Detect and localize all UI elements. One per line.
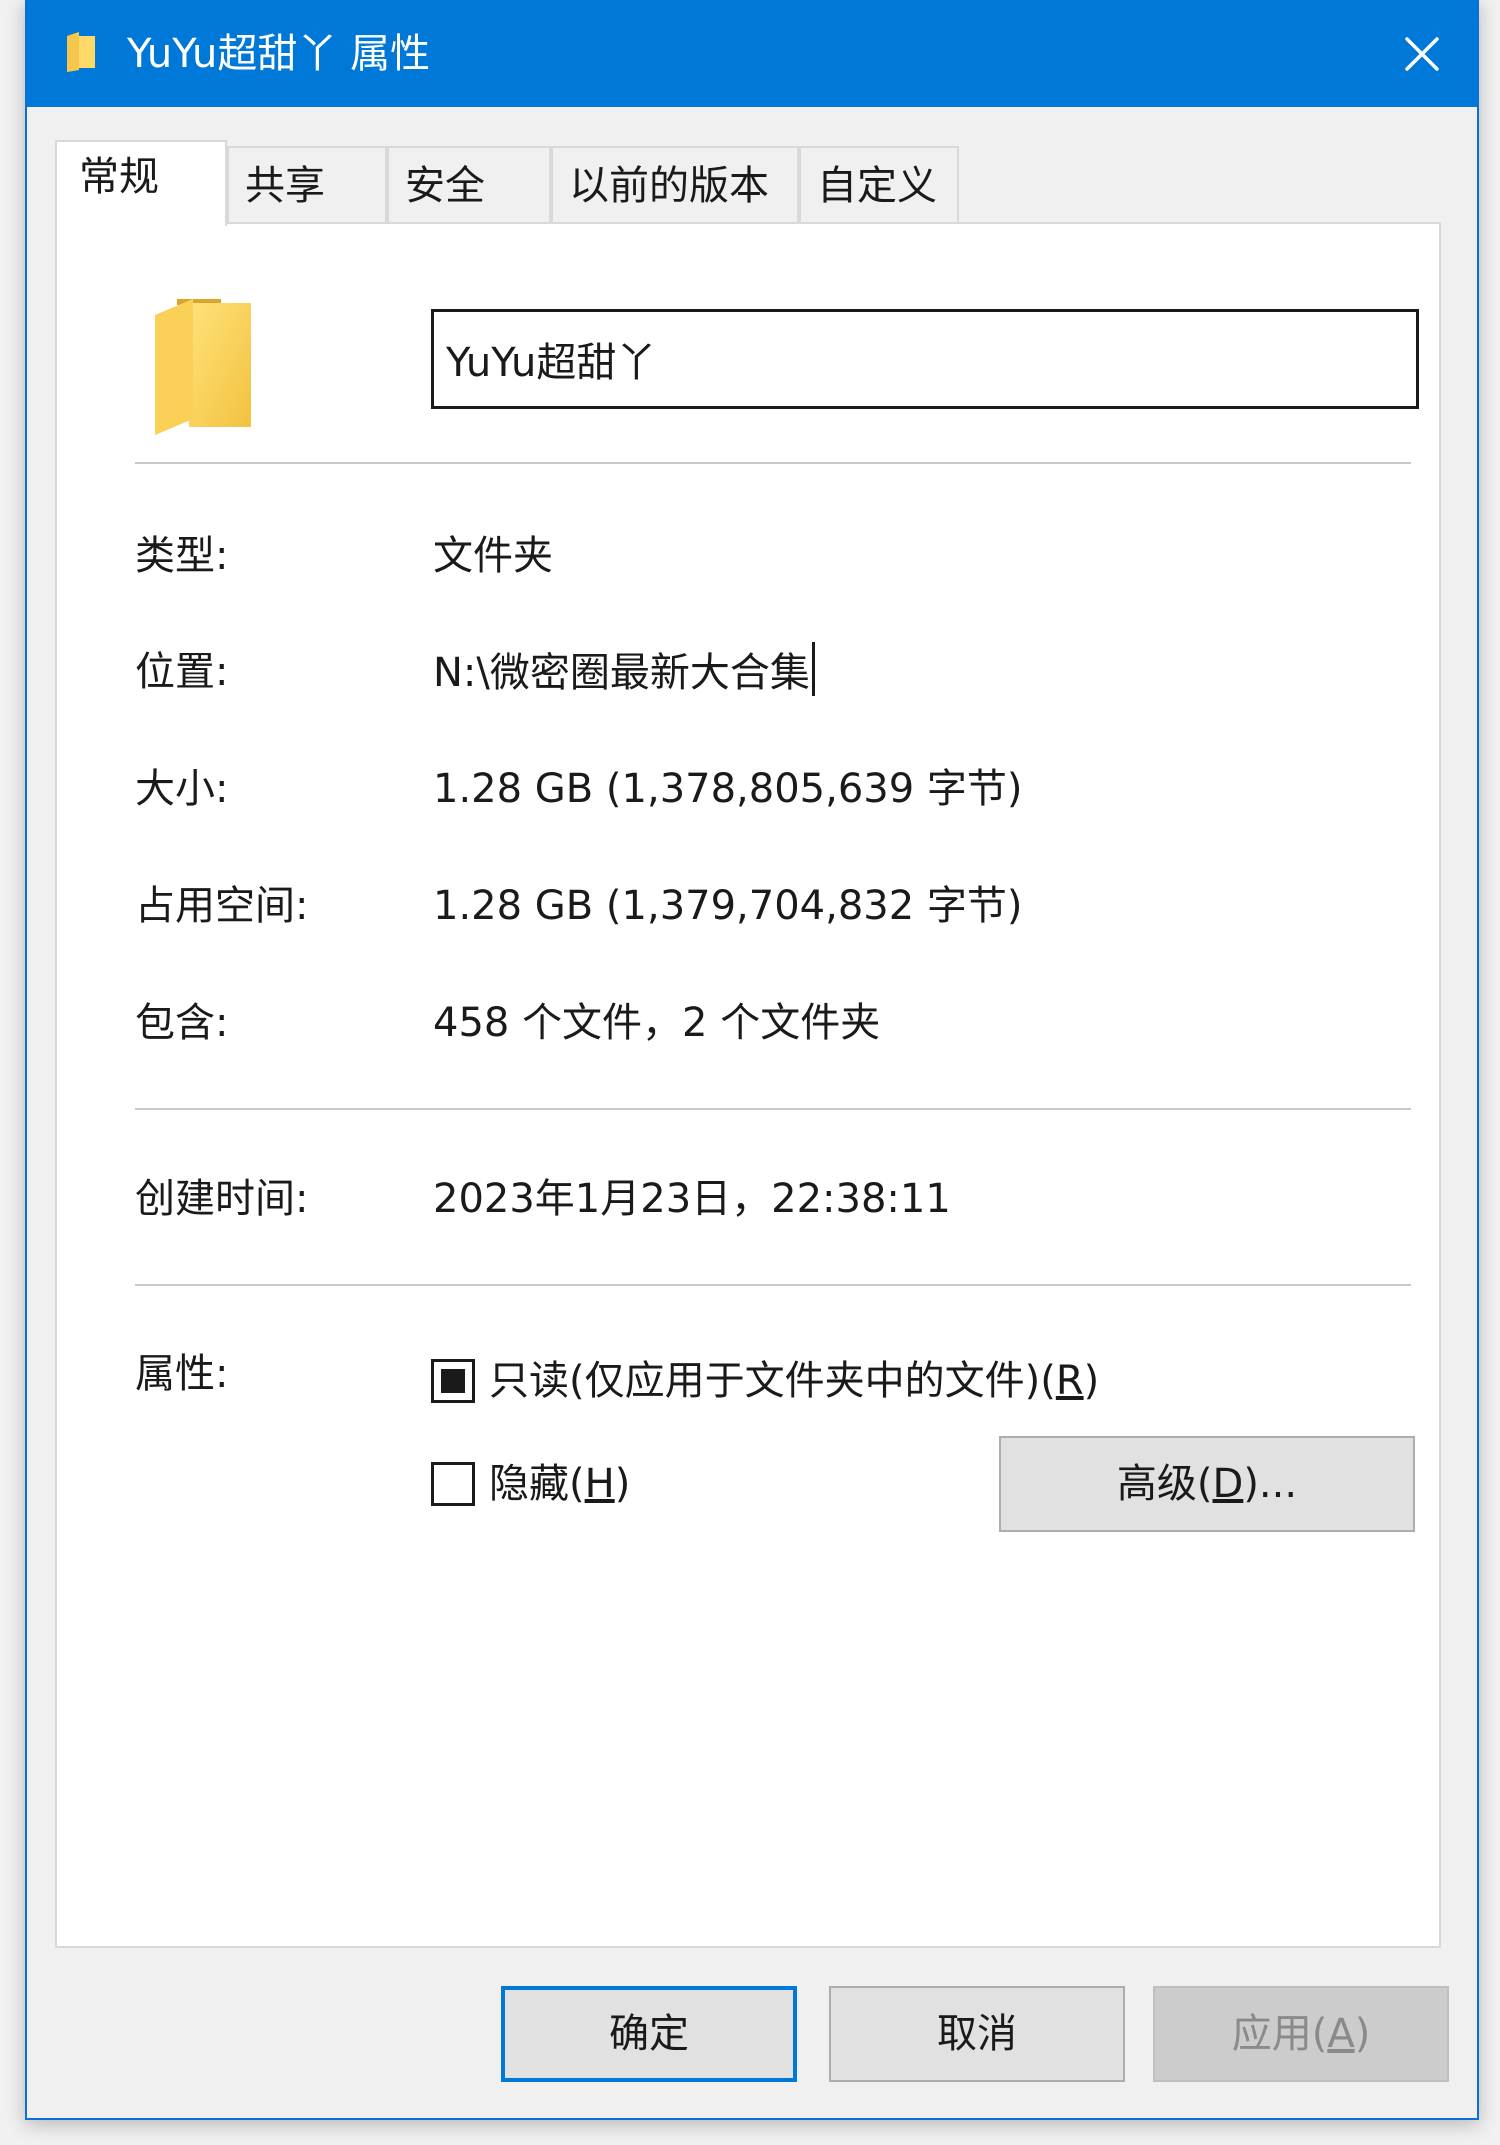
- tab-customize[interactable]: 自定义: [799, 146, 959, 224]
- title-bar[interactable]: YuYu超甜丫 属性: [27, 0, 1477, 107]
- hidden-label[interactable]: 隐藏(H): [489, 1454, 630, 1514]
- properties-dialog: YuYu超甜丫 属性 常规 共享 安全 以前的版本 自定义 YuYu超甜丫 类型…: [25, 0, 1479, 2120]
- close-icon: [1405, 36, 1439, 71]
- cancel-button[interactable]: 取消: [829, 1986, 1125, 2082]
- tab-security[interactable]: 安全: [387, 146, 551, 224]
- tab-general[interactable]: 常规: [55, 140, 227, 226]
- tab-sharing[interactable]: 共享: [227, 146, 387, 224]
- contains-value: 458 个文件，2 个文件夹: [433, 1000, 881, 1046]
- location-value-container[interactable]: N:\微密圈最新大合集: [433, 642, 815, 703]
- general-tab-panel: 类型: 文件夹 位置: N:\微密圈最新大合集 大小: 1.28 GB (1,3…: [55, 222, 1441, 1948]
- tab-strip: 常规 共享 安全 以前的版本 自定义: [55, 140, 1475, 226]
- folder-icon: [67, 32, 95, 72]
- size-on-disk-value: 1.28 GB (1,379,704,832 字节): [433, 883, 1023, 929]
- tab-previous-versions[interactable]: 以前的版本: [551, 146, 799, 224]
- separator: [135, 1284, 1411, 1286]
- size-label: 大小:: [135, 766, 229, 812]
- created-value: 2023年1月23日，22:38:11: [433, 1176, 951, 1222]
- created-label: 创建时间:: [135, 1176, 309, 1222]
- folder-icon: [155, 299, 251, 435]
- location-value[interactable]: N:\微密圈最新大合集: [433, 650, 810, 696]
- location-label: 位置:: [135, 649, 229, 695]
- readonly-checkbox[interactable]: [431, 1359, 475, 1403]
- type-value: 文件夹: [433, 533, 553, 579]
- attributes-label: 属性:: [135, 1351, 229, 1397]
- ok-button[interactable]: 确定: [501, 1986, 797, 2082]
- advanced-button[interactable]: 高级(D)...: [999, 1436, 1415, 1532]
- text-caret: [811, 642, 815, 696]
- window-title: YuYu超甜丫 属性: [127, 31, 431, 77]
- separator: [135, 462, 1411, 464]
- size-value: 1.28 GB (1,378,805,639 字节): [433, 766, 1023, 812]
- folder-name-input[interactable]: [431, 309, 1419, 409]
- separator: [135, 1108, 1411, 1110]
- readonly-label[interactable]: 只读(仅应用于文件夹中的文件)(R): [489, 1351, 1099, 1411]
- size-on-disk-label: 占用空间:: [135, 883, 309, 929]
- apply-button[interactable]: 应用(A): [1153, 1986, 1449, 2082]
- hidden-checkbox[interactable]: [431, 1462, 475, 1506]
- contains-label: 包含:: [135, 1000, 229, 1046]
- type-label: 类型:: [135, 533, 229, 579]
- close-button[interactable]: [1367, 0, 1477, 107]
